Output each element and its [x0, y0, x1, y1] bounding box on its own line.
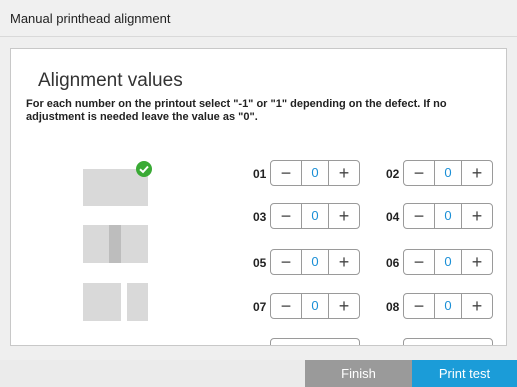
section-title: Alignment values	[38, 70, 183, 91]
stepper-05-minus-button[interactable]: −	[271, 250, 302, 274]
finish-button[interactable]: Finish	[305, 360, 412, 387]
stepper-07-minus-button[interactable]: −	[271, 294, 302, 318]
title-bar: Manual printhead alignment	[0, 0, 517, 37]
stepper-06-value[interactable]: 0	[434, 250, 462, 274]
stepper-07-value[interactable]: 0	[301, 294, 329, 318]
stepper-02-value[interactable]: 0	[434, 161, 462, 185]
stepper-label-04: 04	[386, 210, 400, 224]
stepper-next-row-left[interactable]	[270, 338, 360, 345]
stepper-02-minus-button[interactable]: −	[404, 161, 435, 185]
stepper-06: − 0 +	[403, 249, 493, 275]
stepper-03-minus-button[interactable]: −	[271, 204, 302, 228]
stepper-01-plus-button[interactable]: +	[328, 161, 359, 185]
stepper-04-plus-button[interactable]: +	[461, 204, 492, 228]
stepper-label-02: 02	[386, 167, 400, 181]
stepper-06-minus-button[interactable]: −	[404, 250, 435, 274]
page-title: Manual printhead alignment	[10, 11, 171, 26]
stepper-07-plus-button[interactable]: +	[328, 294, 359, 318]
illustration-sample-split-right	[127, 283, 148, 321]
illustration-sample-band-stripe	[109, 225, 121, 263]
alignment-panel: Alignment values For each number on the …	[10, 48, 507, 346]
stepper-03-plus-button[interactable]: +	[328, 204, 359, 228]
stepper-label-05: 05	[253, 256, 267, 270]
footer-bar	[0, 360, 305, 387]
check-circle-icon	[136, 161, 152, 177]
stepper-03: − 0 +	[270, 203, 360, 229]
stepper-01-value[interactable]: 0	[301, 161, 329, 185]
print-test-button[interactable]: Print test	[412, 360, 517, 387]
stepper-08: − 0 +	[403, 293, 493, 319]
stepper-08-minus-button[interactable]: −	[404, 294, 435, 318]
stepper-02-plus-button[interactable]: +	[461, 161, 492, 185]
stepper-03-value[interactable]: 0	[301, 204, 329, 228]
stepper-04-minus-button[interactable]: −	[404, 204, 435, 228]
stepper-05: − 0 +	[270, 249, 360, 275]
stepper-05-plus-button[interactable]: +	[328, 250, 359, 274]
stepper-01-minus-button[interactable]: −	[271, 161, 302, 185]
instructions-text: For each number on the printout select "…	[26, 98, 447, 123]
stepper-07: − 0 +	[270, 293, 360, 319]
stepper-label-06: 06	[386, 256, 400, 270]
stepper-04-value[interactable]: 0	[434, 204, 462, 228]
illustration-sample-split-left	[83, 283, 121, 321]
stepper-06-plus-button[interactable]: +	[461, 250, 492, 274]
stepper-01: − 0 +	[270, 160, 360, 186]
stepper-05-value[interactable]: 0	[301, 250, 329, 274]
stepper-02: − 0 +	[403, 160, 493, 186]
stepper-label-08: 08	[386, 300, 400, 314]
stepper-label-03: 03	[253, 210, 267, 224]
stepper-label-07: 07	[253, 300, 267, 314]
stepper-08-plus-button[interactable]: +	[461, 294, 492, 318]
stepper-label-01: 01	[253, 167, 267, 181]
stepper-08-value[interactable]: 0	[434, 294, 462, 318]
stepper-04: − 0 +	[403, 203, 493, 229]
stepper-next-row-right[interactable]	[403, 338, 493, 345]
